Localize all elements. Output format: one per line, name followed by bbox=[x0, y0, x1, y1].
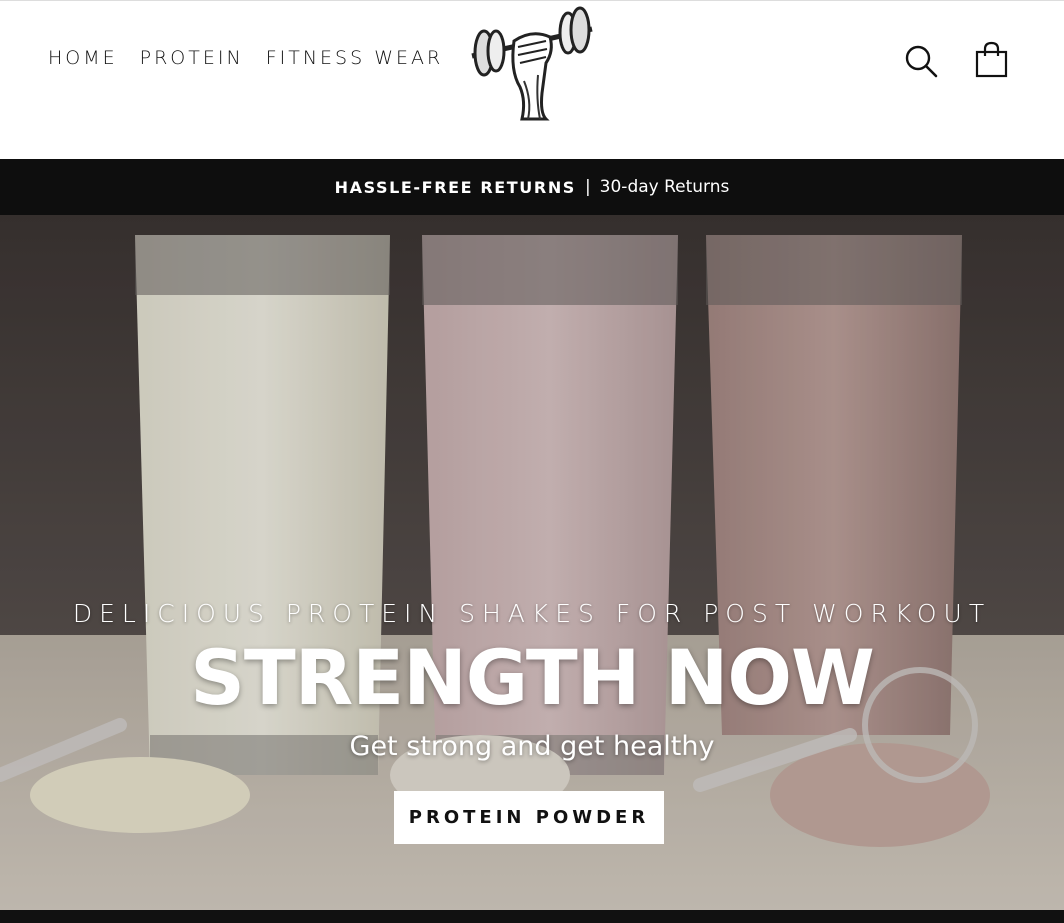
protein-powder-button[interactable]: PROTEIN POWDER bbox=[394, 791, 664, 844]
bottom-bar bbox=[0, 910, 1064, 923]
nav-home-link[interactable]: HOME bbox=[48, 47, 118, 69]
hero-text: Get strong and get healthy bbox=[349, 731, 715, 762]
hero-banner: DELICIOUS PROTEIN SHAKES FOR POST WORKOU… bbox=[0, 215, 1064, 910]
hero-title: STRENGTH NOW bbox=[190, 633, 875, 722]
announcement-text: 30-day Returns bbox=[599, 177, 730, 197]
nav-fitness-wear-link[interactable]: FITNESS WEAR bbox=[266, 47, 444, 69]
main-nav: HOME PROTEIN FITNESS WEAR bbox=[48, 47, 443, 69]
search-icon[interactable] bbox=[903, 43, 939, 79]
site-header: HOME PROTEIN FITNESS WEAR bbox=[0, 0, 1064, 159]
shopping-bag-icon[interactable] bbox=[974, 41, 1010, 79]
hero-subheading: DELICIOUS PROTEIN SHAKES FOR POST WORKOU… bbox=[72, 599, 992, 628]
logo-dumbbell-fist-icon[interactable] bbox=[462, 1, 602, 121]
announcement-bold-text: HASSLE-FREE RETURNS bbox=[334, 177, 576, 197]
announcement-bar: HASSLE-FREE RETURNS | 30-day Returns bbox=[0, 159, 1064, 215]
nav-protein-link[interactable]: PROTEIN bbox=[140, 47, 244, 69]
announcement-separator: | bbox=[584, 177, 591, 197]
